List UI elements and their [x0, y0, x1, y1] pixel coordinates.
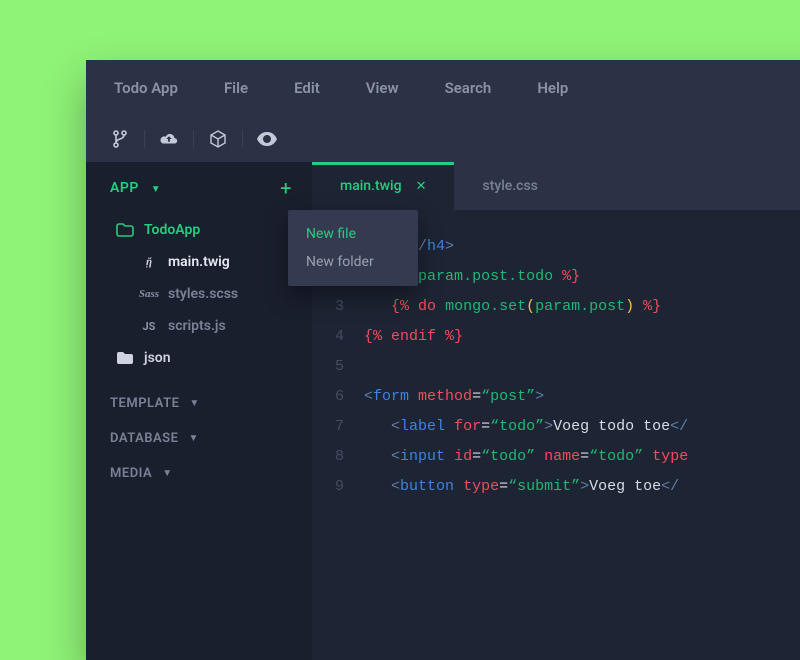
- chevron-down-icon: ▼: [151, 184, 161, 195]
- twig-file-icon: ᾔ: [140, 253, 158, 271]
- app-title-menu[interactable]: Todo App: [114, 79, 178, 97]
- code-content[interactable]: {% endif %}: [364, 322, 800, 352]
- line-number: 7: [312, 412, 364, 442]
- code-line[interactable]: 8 <input id=“todo” name=“todo” type: [312, 442, 800, 472]
- chevron-down-icon: ▼: [162, 468, 172, 479]
- line-number: 5: [312, 352, 364, 382]
- code-content[interactable]: {% if param.post.todo %}: [364, 262, 800, 292]
- toolbar: [86, 116, 800, 162]
- tree-file-main-twig[interactable]: ᾔ main.twig: [86, 246, 312, 278]
- line-number: 9: [312, 472, 364, 502]
- toolbar-divider: [144, 130, 145, 148]
- code-content[interactable]: <label for=“todo”>Voeg todo toe</: [364, 412, 800, 442]
- sidebar-section-app[interactable]: APP ▼ +: [86, 162, 312, 212]
- folder-open-icon: [116, 221, 134, 239]
- menu-edit[interactable]: Edit: [294, 79, 320, 97]
- folder-icon: [116, 349, 134, 367]
- menu-file[interactable]: File: [224, 79, 248, 97]
- tree-file-styles-scss[interactable]: Sass styles.scss: [86, 278, 312, 310]
- tab-label: style.css: [482, 178, 537, 194]
- menu-search[interactable]: Search: [445, 79, 492, 97]
- dropdown-new-file[interactable]: New file: [288, 220, 418, 248]
- add-button[interactable]: +: [280, 176, 292, 200]
- eye-icon[interactable]: [257, 129, 277, 149]
- tree-folder-label: json: [144, 350, 171, 366]
- code-line[interactable]: 4{% endif %}: [312, 322, 800, 352]
- tree-file-scripts-js[interactable]: JS scripts.js: [86, 310, 312, 342]
- toolbar-divider: [242, 130, 243, 148]
- tab-main-twig[interactable]: main.twig ✕: [312, 162, 454, 210]
- git-branch-icon[interactable]: [110, 129, 130, 149]
- sidebar-section-database[interactable]: DATABASE ▼: [86, 421, 312, 456]
- sidebar-section-media[interactable]: MEDIA ▼: [86, 456, 312, 491]
- tab-bar: main.twig ✕ style.css: [312, 162, 800, 210]
- sass-file-icon: Sass: [140, 285, 158, 303]
- tree-root-label: TodoApp: [144, 222, 200, 238]
- close-icon[interactable]: ✕: [416, 179, 427, 194]
- code-content[interactable]: <button type=“submit”>Voeg toe</: [364, 472, 800, 502]
- code-content[interactable]: <form method=“post”>: [364, 382, 800, 412]
- tab-style-css[interactable]: style.css: [454, 162, 565, 210]
- menu-help[interactable]: Help: [537, 79, 568, 97]
- tree-folder-json[interactable]: json: [86, 342, 312, 374]
- line-number: 3: [312, 292, 364, 322]
- code-content[interactable]: [364, 352, 800, 382]
- tree-folder-root[interactable]: TodoApp: [86, 214, 312, 246]
- app-window: Todo App File Edit View Search Help: [86, 60, 800, 660]
- sidebar: APP ▼ + TodoApp ᾔ main.twig: [86, 162, 312, 660]
- code-line[interactable]: 9 <button type=“submit”>Voeg toe</: [312, 472, 800, 502]
- code-content[interactable]: o App</h4>: [364, 232, 800, 262]
- sidebar-section-template[interactable]: TEMPLATE ▼: [86, 386, 312, 421]
- tree-file-label: scripts.js: [168, 318, 226, 334]
- main-area: APP ▼ + TodoApp ᾔ main.twig: [86, 162, 800, 660]
- menu-view[interactable]: View: [366, 79, 399, 97]
- line-number: 6: [312, 382, 364, 412]
- section-label: TEMPLATE: [110, 396, 179, 411]
- code-line[interactable]: 3 {% do mongo.set(param.post) %}: [312, 292, 800, 322]
- dropdown-new-folder[interactable]: New folder: [288, 248, 418, 276]
- menu-bar: Todo App File Edit View Search Help: [86, 60, 800, 116]
- sidebar-section-label: APP: [110, 180, 139, 196]
- section-label: MEDIA: [110, 466, 152, 481]
- code-line[interactable]: 6<form method=“post”>: [312, 382, 800, 412]
- js-file-icon: JS: [140, 317, 158, 335]
- tree-file-label: styles.scss: [168, 286, 238, 302]
- file-tree: TodoApp ᾔ main.twig Sass styles.scss JS …: [86, 212, 312, 386]
- chevron-down-icon: ▼: [188, 433, 198, 444]
- new-item-dropdown: New file New folder: [288, 210, 418, 286]
- package-icon[interactable]: [208, 129, 228, 149]
- code-line[interactable]: 5: [312, 352, 800, 382]
- code-content[interactable]: {% do mongo.set(param.post) %}: [364, 292, 800, 322]
- tree-file-label: main.twig: [168, 254, 230, 270]
- code-line[interactable]: 7 <label for=“todo”>Voeg todo toe</: [312, 412, 800, 442]
- line-number: 4: [312, 322, 364, 352]
- toolbar-divider: [193, 130, 194, 148]
- code-content[interactable]: <input id=“todo” name=“todo” type: [364, 442, 800, 472]
- tab-label: main.twig: [340, 178, 402, 194]
- chevron-down-icon: ▼: [189, 398, 199, 409]
- cloud-upload-icon[interactable]: [159, 129, 179, 149]
- section-label: DATABASE: [110, 431, 178, 446]
- line-number: 8: [312, 442, 364, 472]
